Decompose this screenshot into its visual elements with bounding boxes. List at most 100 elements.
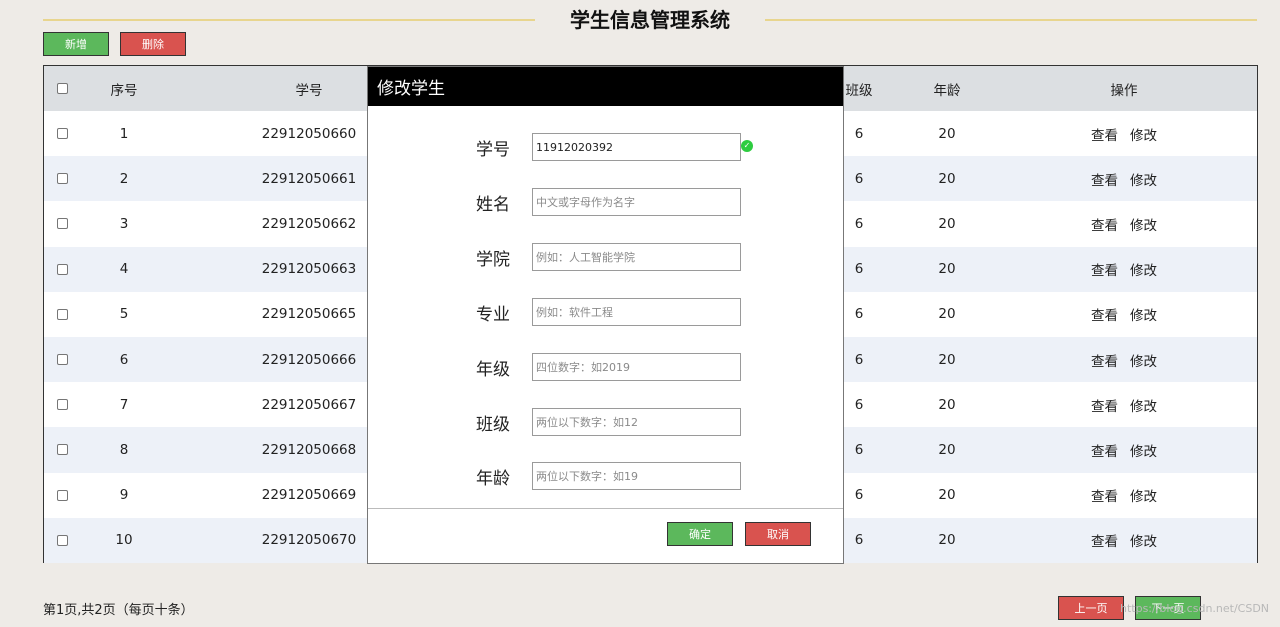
row-select-cell[interactable] [44,247,80,292]
row-class: 6 [854,441,864,458]
view-link[interactable]: 查看 [1091,214,1118,234]
row-select-cell[interactable] [44,111,80,156]
row-checkbox[interactable] [56,399,68,411]
edit-link[interactable]: 修改 [1130,440,1157,460]
row-checkbox[interactable] [56,263,68,275]
edit-link[interactable]: 修改 [1130,169,1157,189]
row-no: 9 [119,487,129,504]
header-actions: 操作 [1110,82,1138,99]
row-actions: 查看 修改 [1044,473,1204,518]
row-class: 6 [854,170,864,187]
row-actions: 查看 修改 [1044,427,1204,472]
edit-link[interactable]: 修改 [1130,530,1157,550]
row-class: 6 [854,487,864,504]
row-select-cell[interactable] [44,382,80,427]
cancel-button[interactable]: 取消 [745,522,811,546]
header-divider-right [765,19,1257,21]
class-input[interactable] [532,408,741,436]
edit-link[interactable]: 修改 [1130,259,1157,279]
row-sid: 22912050666 [261,351,357,368]
row-select-cell[interactable] [44,427,80,472]
row-sid: 22912050662 [261,215,357,232]
row-class: 6 [854,396,864,413]
row-actions: 查看 修改 [1044,382,1204,427]
form-row-class: 班级 [368,408,845,436]
row-no: 6 [119,351,129,368]
view-link[interactable]: 查看 [1091,485,1118,505]
edit-link[interactable]: 修改 [1130,304,1157,324]
row-class: 6 [854,215,864,232]
row-select-cell[interactable] [44,201,80,246]
row-select-cell[interactable] [44,473,80,518]
view-link[interactable]: 查看 [1091,530,1118,550]
row-select-cell[interactable] [44,518,80,563]
view-link[interactable]: 查看 [1091,259,1118,279]
add-button[interactable]: 新增 [43,32,109,56]
row-no: 10 [115,532,133,549]
row-checkbox[interactable] [56,128,68,140]
row-age: 20 [938,441,956,458]
age-input[interactable] [532,462,741,490]
row-class: 6 [854,351,864,368]
age-label: 年龄 [476,468,510,489]
row-class: 6 [854,532,864,549]
view-link[interactable]: 查看 [1091,304,1118,324]
view-link[interactable]: 查看 [1091,350,1118,370]
form-row-college: 学院 [368,243,845,271]
college-input[interactable] [532,243,741,271]
row-checkbox[interactable] [56,354,68,366]
edit-student-dialog: 修改学生 学号 ✓ 姓名 学院 专业 年级 班级 年龄 确定 取消 [367,66,844,564]
dialog-title: 修改学生 [368,67,843,106]
name-input[interactable] [532,188,741,216]
select-all-cell[interactable] [44,66,80,111]
row-select-cell[interactable] [44,337,80,382]
edit-link[interactable]: 修改 [1130,350,1157,370]
row-sid: 22912050669 [261,487,357,504]
page-header: 学生信息管理系统 [43,6,1257,36]
row-age: 20 [938,306,956,323]
edit-link[interactable]: 修改 [1130,124,1157,144]
edit-link[interactable]: 修改 [1130,214,1157,234]
class-label: 班级 [476,414,510,435]
row-sid: 22912050668 [261,441,357,458]
row-checkbox[interactable] [56,444,68,456]
form-row-grade: 年级 [368,353,845,381]
row-no: 1 [119,125,129,142]
row-age: 20 [938,170,956,187]
row-checkbox[interactable] [56,534,68,546]
sid-input[interactable] [532,133,741,161]
view-link[interactable]: 查看 [1091,440,1118,460]
row-age: 20 [938,215,956,232]
row-checkbox[interactable] [56,308,68,320]
row-class: 6 [854,261,864,278]
delete-button[interactable]: 删除 [120,32,186,56]
confirm-button[interactable]: 确定 [667,522,733,546]
row-no: 8 [119,441,129,458]
row-checkbox[interactable] [56,218,68,230]
row-age: 20 [938,487,956,504]
dialog-footer-divider [368,508,843,509]
row-sid: 22912050663 [261,261,357,278]
major-label: 专业 [476,304,510,325]
edit-link[interactable]: 修改 [1130,395,1157,415]
view-link[interactable]: 查看 [1091,395,1118,415]
edit-link[interactable]: 修改 [1130,485,1157,505]
row-class: 6 [854,125,864,142]
row-actions: 查看 修改 [1044,201,1204,246]
row-checkbox[interactable] [56,173,68,185]
form-row-name: 姓名 [368,188,845,216]
row-no: 2 [119,170,129,187]
page-title: 学生信息管理系统 [570,8,730,32]
view-link[interactable]: 查看 [1091,169,1118,189]
prev-page-button[interactable]: 上一页 [1058,596,1124,620]
row-checkbox[interactable] [56,489,68,501]
header-class: 班级 [845,82,873,99]
view-link[interactable]: 查看 [1091,124,1118,144]
check-circle-icon: ✓ [741,140,753,152]
row-select-cell[interactable] [44,292,80,337]
row-class: 6 [854,306,864,323]
major-input[interactable] [532,298,741,326]
grade-input[interactable] [532,353,741,381]
select-all-checkbox[interactable] [56,83,68,94]
row-select-cell[interactable] [44,156,80,201]
